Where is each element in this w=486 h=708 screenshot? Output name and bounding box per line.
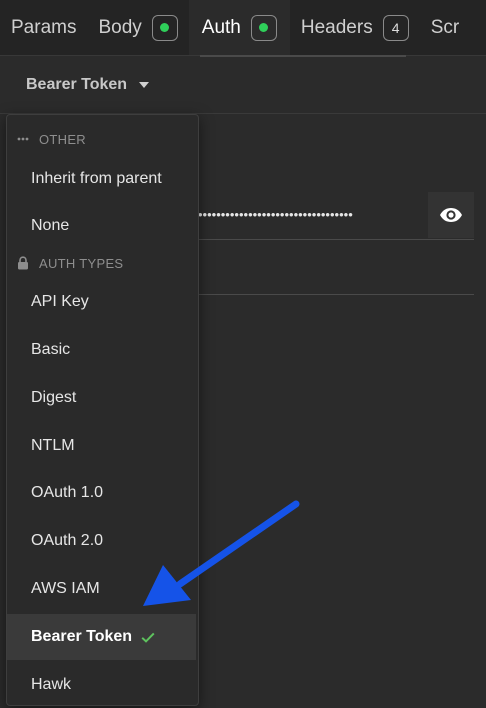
menu-item-label: NTLM (31, 437, 75, 454)
menu-item-oauth-2[interactable]: OAuth 2.0 (7, 518, 196, 564)
tab-params[interactable]: Params (0, 0, 87, 55)
menu-item-label: Hawk (31, 676, 72, 693)
tab-scripts[interactable]: Scr (420, 0, 471, 55)
section-header-label: AUTH TYPES (39, 255, 124, 271)
menu-item-hawk[interactable]: Hawk (7, 662, 196, 708)
status-badge (250, 14, 277, 41)
status-dot-icon (160, 23, 170, 32)
reveal-token-button[interactable] (428, 192, 474, 238)
menu-item-inherit-from-parent[interactable]: Inherit from parent (7, 156, 196, 202)
tab-label: Params (11, 16, 77, 38)
check-icon (141, 632, 155, 643)
menu-item-api-key[interactable]: API Key (7, 279, 196, 325)
count-badge: 4 (382, 14, 409, 41)
tab-headers[interactable]: Headers 4 (290, 0, 420, 55)
menu-item-digest[interactable]: Digest (7, 375, 196, 421)
auth-type-select[interactable]: Bearer Token (26, 76, 150, 94)
more-dots-icon (17, 137, 31, 141)
menu-item-label: OAuth 2.0 (31, 532, 104, 549)
tab-body[interactable]: Body (87, 0, 188, 55)
menu-item-oauth-1[interactable]: OAuth 1.0 (7, 470, 196, 516)
status-badge (151, 14, 178, 41)
menu-item-label: Digest (31, 389, 77, 406)
tab-bar: Params Body Auth Headers 4 Scr (0, 0, 486, 56)
tab-label: Headers (300, 16, 373, 38)
token-input[interactable]: •••••••••••••••••••••••••••••••••• (198, 206, 426, 224)
menu-item-label: Bearer Token (31, 628, 133, 645)
menu-item-bearer-token[interactable]: Bearer Token (7, 614, 196, 660)
caret-down-icon (139, 82, 150, 88)
section-header-auth-types: AUTH TYPES (17, 253, 123, 273)
menu-item-label: OAuth 1.0 (31, 484, 104, 501)
status-dot-icon (259, 23, 269, 32)
tab-auth[interactable]: Auth (188, 0, 290, 55)
menu-item-aws-iam[interactable]: AWS IAM (7, 566, 196, 612)
menu-item-label: Basic (31, 341, 71, 358)
tab-label: Auth (201, 16, 241, 38)
tab-divider (200, 55, 406, 57)
section-header-label: OTHER (39, 131, 86, 147)
section-header-other: OTHER (17, 129, 86, 149)
menu-item-label: None (31, 217, 70, 234)
tab-label: Scr (430, 16, 460, 38)
field-underline (198, 239, 474, 240)
menu-item-label: AWS IAM (31, 580, 100, 597)
tab-label: Body (98, 16, 142, 38)
eye-icon (440, 208, 462, 222)
menu-item-ntlm[interactable]: NTLM (7, 423, 196, 469)
lock-icon (17, 256, 31, 270)
auth-type-label: Bearer Token (26, 76, 128, 93)
menu-item-basic[interactable]: Basic (7, 327, 196, 373)
menu-item-none[interactable]: None (7, 203, 196, 249)
auth-type-dropdown: OTHER Inherit from parent None AUTH TYPE… (6, 114, 199, 706)
menu-item-label: Inherit from parent (31, 170, 162, 187)
field-underline (198, 294, 474, 295)
menu-item-label: API Key (31, 293, 89, 310)
